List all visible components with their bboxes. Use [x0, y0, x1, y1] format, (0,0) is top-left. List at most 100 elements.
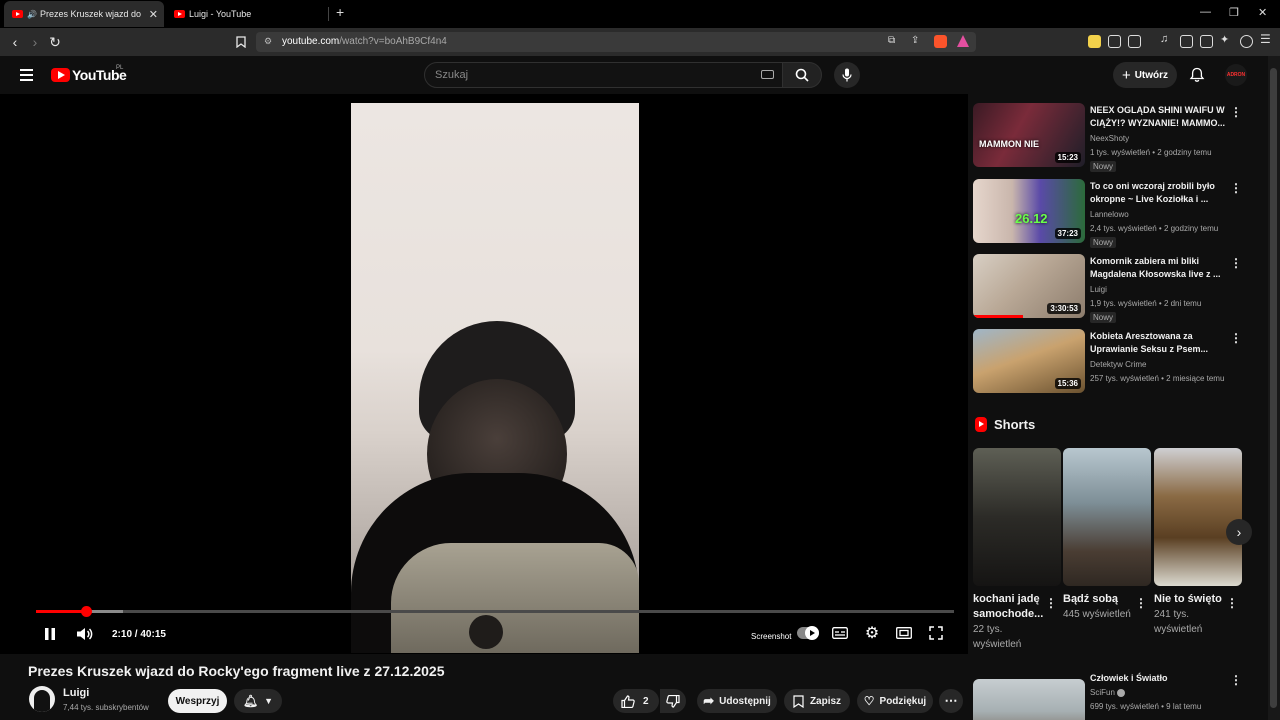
recommendation-thumbnail[interactable]: [973, 679, 1085, 720]
short-title[interactable]: Nie to święto: [1154, 592, 1228, 607]
channel-avatar[interactable]: [29, 686, 55, 712]
create-button[interactable]: + Utwórz: [1113, 62, 1177, 88]
save-button[interactable]: Zapisz: [784, 689, 850, 713]
shorts-next-button[interactable]: ›: [1226, 519, 1252, 545]
notifications-bell-icon[interactable]: [1189, 67, 1205, 88]
recommendation-item[interactable]: 3:30:53 Komornik zabiera mi bliki Magdal…: [973, 254, 1253, 323]
recommendation-item[interactable]: 15:36 Kobieta Aresztowana za Uprawianie …: [973, 329, 1253, 397]
screenshot-toggle[interactable]: [797, 626, 819, 640]
short-title[interactable]: Bądź sobą: [1063, 592, 1137, 607]
like-button[interactable]: 2: [613, 689, 659, 713]
tab-current-video[interactable]: 🔊 Prezes Kruszek wjazd do Rock ✕: [4, 1, 164, 27]
tab-luigi-channel[interactable]: Luigi - YouTube: [166, 1, 328, 27]
short-thumbnail[interactable]: [1154, 448, 1242, 586]
video-player[interactable]: 2:10 / 40:15 Screenshot ⚙: [0, 94, 968, 654]
address-bar[interactable]: ⚙ youtube.com/watch?v=boAhB9Cf4n4 ⧉ ⇪: [256, 32, 976, 52]
account-avatar[interactable]: ADRON: [1225, 64, 1247, 86]
back-button[interactable]: ‹: [6, 33, 24, 51]
settings-gear-icon[interactable]: ⚙: [863, 624, 881, 642]
more-options-icon[interactable]: ⋮: [1230, 673, 1242, 687]
more-options-icon[interactable]: ⋮: [1230, 105, 1242, 119]
more-options-icon[interactable]: ⋮: [1226, 596, 1238, 610]
pause-button[interactable]: [40, 624, 60, 644]
site-info-icon[interactable]: ⚙: [264, 36, 272, 47]
recommendation-thumbnail[interactable]: 3:30:53: [973, 254, 1085, 318]
new-tab-button[interactable]: +: [336, 4, 344, 20]
short-item[interactable]: Nie to święto 241 tys. wyświetleń ⋮: [1154, 448, 1242, 637]
extensions-puzzle-icon[interactable]: [1108, 35, 1121, 48]
subtitles-button[interactable]: [831, 624, 849, 642]
vpn-icon[interactable]: [1240, 35, 1253, 48]
more-options-icon[interactable]: ⋮: [1135, 596, 1147, 610]
sidebar-toggle-icon[interactable]: [1180, 35, 1193, 48]
more-options-icon[interactable]: ⋮: [1045, 596, 1057, 610]
progress-scrubber[interactable]: [80, 606, 92, 617]
recommendation-thumbnail[interactable]: 15:36: [973, 329, 1085, 393]
keyboard-icon[interactable]: [761, 70, 774, 79]
short-thumbnail[interactable]: [1063, 448, 1151, 586]
recommendation-channel[interactable]: Lannelowo: [1090, 210, 1129, 219]
theater-mode-icon: [896, 627, 912, 639]
page-scrollbar[interactable]: [1268, 56, 1280, 720]
recommendation-title[interactable]: NEEX OGLĄDA SHINI WAIFU W CIĄŻY!? WYZNAN…: [1090, 104, 1226, 130]
subscription-bell-button[interactable]: 🔔︎ ▼: [234, 689, 282, 713]
main-menu-icon[interactable]: ☰: [1260, 32, 1273, 46]
scrollbar-thumb[interactable]: [1270, 68, 1277, 708]
more-options-icon[interactable]: ⋮: [1230, 181, 1242, 195]
short-title[interactable]: kochani jadę samochode...: [973, 592, 1047, 622]
voice-search-button[interactable]: [834, 62, 860, 88]
theater-mode-button[interactable]: [895, 624, 913, 642]
search-input[interactable]: [435, 69, 735, 81]
recommendation-title[interactable]: Kobieta Aresztowana za Uprawianie Seksu …: [1090, 330, 1226, 356]
wallet-icon[interactable]: [1200, 35, 1213, 48]
dislike-button[interactable]: [660, 689, 686, 713]
recommendation-channel[interactable]: Luigi: [1090, 285, 1107, 294]
recommendation-channel[interactable]: NeexShoty: [1090, 134, 1129, 143]
support-button[interactable]: Wesprzyj: [168, 689, 227, 713]
recommendation-title[interactable]: Człowiek i Światło: [1090, 672, 1226, 685]
audio-playing-icon[interactable]: 🔊: [27, 10, 37, 19]
progress-bar[interactable]: [36, 606, 954, 617]
youtube-favicon-icon: [12, 10, 23, 18]
forward-button[interactable]: ›: [26, 33, 44, 51]
more-options-icon[interactable]: ⋮: [1230, 331, 1242, 345]
search-button[interactable]: [782, 62, 822, 88]
recommendation-thumbnail[interactable]: MAMMON NIE 15:23: [973, 103, 1085, 167]
short-item[interactable]: Bądź sobą 445 wyświetleń ⋮: [1063, 448, 1151, 622]
guide-menu-icon[interactable]: [20, 69, 33, 81]
window-close-button[interactable]: ✕: [1258, 6, 1267, 19]
channel-name[interactable]: Luigi: [63, 687, 89, 699]
short-thumbnail[interactable]: [973, 448, 1061, 586]
fullscreen-button[interactable]: [927, 624, 945, 642]
share-icon[interactable]: ⇪: [911, 35, 919, 46]
recommendation-title[interactable]: Komornik zabiera mi bliki Magdalena Kłos…: [1090, 255, 1226, 281]
recommendation-item[interactable]: 26.12 37:23 To co oni wczoraj zrobili by…: [973, 179, 1253, 248]
share-button[interactable]: ➦ Udostępnij: [697, 689, 777, 713]
tab-close-icon[interactable]: ✕: [149, 8, 158, 21]
volume-button[interactable]: [74, 624, 96, 644]
reload-button[interactable]: ↻: [46, 33, 64, 51]
media-control-icon[interactable]: ♫: [1160, 33, 1173, 46]
leo-ai-icon[interactable]: ✦: [1220, 33, 1233, 46]
short-views: 22 tys. wyświetleń: [973, 624, 1022, 650]
open-external-icon[interactable]: ⧉: [888, 35, 895, 46]
recommendation-item[interactable]: MAMMON NIE 15:23 NEEX OGLĄDA SHINI WAIFU…: [973, 103, 1253, 172]
reader-mode-icon[interactable]: [1128, 35, 1141, 48]
recommendation-channel[interactable]: Detektyw Crime: [1090, 360, 1146, 369]
minimize-button[interactable]: —: [1200, 6, 1211, 18]
brave-shields-icon[interactable]: [934, 35, 947, 48]
short-item[interactable]: kochani jadę samochode... 22 tys. wyświe…: [973, 448, 1061, 652]
youtube-logo-icon[interactable]: [51, 68, 70, 82]
recommendation-title[interactable]: To co oni wczoraj zrobili było okropne ~…: [1090, 180, 1226, 206]
more-options-icon[interactable]: ⋮: [1230, 256, 1242, 270]
extension-yellow-icon[interactable]: [1088, 35, 1101, 48]
recommendation-thumbnail[interactable]: 26.12 37:23: [973, 179, 1085, 243]
more-actions-button[interactable]: ⋯: [939, 689, 963, 713]
recommendation-channel[interactable]: SciFun: [1090, 688, 1126, 697]
thanks-button[interactable]: ♡ Podziękuj: [857, 689, 933, 713]
brave-rewards-icon[interactable]: [957, 35, 969, 47]
recommendation-item[interactable]: Człowiek i Światło SciFun 699 tys. wyświ…: [973, 671, 1253, 720]
bookmark-icon[interactable]: [232, 33, 250, 51]
video-frame[interactable]: [351, 103, 639, 653]
restore-button[interactable]: ❐: [1229, 6, 1239, 19]
